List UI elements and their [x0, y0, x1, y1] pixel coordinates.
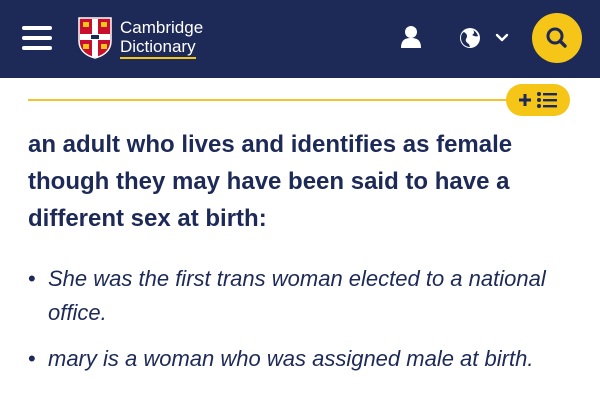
entry-divider [28, 99, 522, 101]
search-icon [546, 27, 567, 48]
logo-line-dictionary: Dictionary [120, 37, 196, 59]
example-text: She was the first trans woman elected to… [48, 266, 546, 325]
chevron-down-icon [495, 33, 509, 42]
logo-text: Cambridge Dictionary [120, 18, 203, 59]
add-to-wordlist-button[interactable] [506, 84, 570, 116]
site-header: Cambridge Dictionary [0, 0, 600, 78]
bullet: • [28, 346, 36, 371]
cambridge-dictionary-logo[interactable]: Cambridge Dictionary [78, 14, 203, 62]
bullet: • [28, 266, 36, 291]
list-icon [537, 92, 557, 108]
language-selector[interactable] [458, 26, 516, 50]
logo-line-cambridge: Cambridge [120, 17, 204, 37]
user-icon[interactable] [400, 25, 422, 49]
example-list: • She was the first trans woman elected … [28, 262, 588, 388]
cambridge-crest-icon [78, 17, 112, 59]
example-item: • She was the first trans woman elected … [28, 262, 588, 330]
hamburger-menu-icon[interactable] [22, 22, 54, 54]
search-button[interactable] [532, 13, 582, 63]
plus-icon [519, 94, 531, 106]
globe-icon [460, 28, 480, 48]
example-text: mary is a woman who was assigned male at… [48, 346, 534, 371]
definition-text: an adult who lives and identifies as fem… [28, 131, 513, 232]
example-item: • mary is a woman who was assigned male … [28, 342, 588, 376]
